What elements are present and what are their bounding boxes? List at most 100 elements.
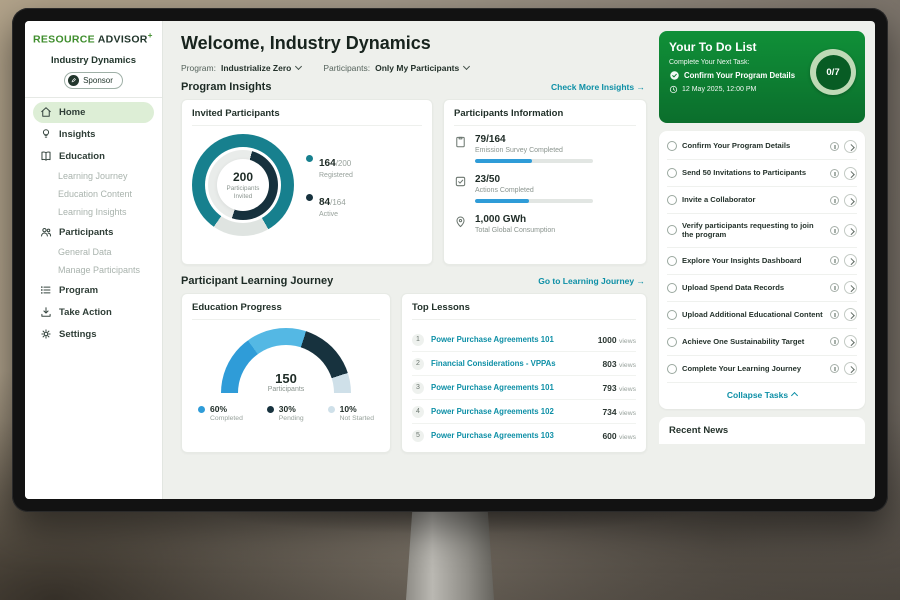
lesson-link[interactable]: Power Purchase Agreements 101: [431, 383, 595, 392]
chevron-right-icon[interactable]: [844, 167, 857, 180]
sidebar-item-label: Participants: [59, 227, 113, 238]
task-label: Explore Your Insights Dashboard: [682, 256, 825, 266]
sidebar-item-settings[interactable]: Settings: [33, 324, 154, 345]
card-title: Participants Information: [454, 108, 636, 126]
progress-fill: [475, 199, 529, 203]
registered-label: Registered: [319, 172, 353, 179]
collapse-tasks-link[interactable]: Collapse Tasks: [667, 383, 857, 407]
lesson-link[interactable]: Power Purchase Agreements 103: [431, 431, 595, 440]
sidebar-item-education[interactable]: Education: [33, 146, 154, 167]
lesson-link[interactable]: Financial Considerations - VPPAs: [431, 359, 595, 368]
info-icon[interactable]: [830, 364, 839, 373]
stat-emission-survey: 79/164 Emission Survey Completed: [454, 134, 636, 163]
task-row[interactable]: Upload Spend Data Records: [667, 275, 857, 302]
sidebar-item-home[interactable]: Home: [33, 102, 154, 123]
chevron-right-icon[interactable]: [844, 194, 857, 207]
checkbox-icon[interactable]: [667, 168, 677, 178]
navy-dot-icon: [306, 194, 313, 201]
sidebar-item-take-action[interactable]: Take Action: [33, 302, 154, 323]
lesson-link[interactable]: Power Purchase Agreements 102: [431, 407, 595, 416]
chevron-right-icon[interactable]: [844, 281, 857, 294]
participants-filter-label: Participants:: [323, 63, 370, 73]
info-icon[interactable]: [830, 196, 839, 205]
lesson-row: 1 Power Purchase Agreements 101 1000 vie…: [412, 328, 636, 352]
info-icon[interactable]: [830, 169, 839, 178]
go-to-learning-journey-link[interactable]: Go to Learning Journey: [538, 276, 645, 286]
sidebar-item-learning-insights[interactable]: Learning Insights: [33, 204, 154, 221]
stat-actions: 23/50 Actions Completed: [454, 174, 636, 203]
sidebar-item-label: Settings: [59, 329, 96, 340]
task-label: Verify participants requesting to join t…: [682, 221, 825, 241]
legend-registered: 164/200 Registered: [306, 153, 353, 179]
sidebar-item-general-data[interactable]: General Data: [33, 244, 154, 261]
task-row[interactable]: Verify participants requesting to join t…: [667, 214, 857, 248]
desk-background: RESOURCE ADVISOR+ Industry Dynamics Spon…: [0, 0, 900, 600]
todo-panel: Your To Do List Complete Your Next Task:…: [659, 21, 875, 499]
checkbox-icon[interactable]: [667, 141, 677, 151]
checkbox-icon[interactable]: [667, 256, 677, 266]
download-icon: [40, 306, 52, 318]
task-row[interactable]: Achieve One Sustainability Target: [667, 329, 857, 356]
views-word: views: [619, 410, 636, 417]
home-icon: [40, 106, 52, 118]
donut-legend: 164/200 Registered 84/164 Active: [306, 153, 353, 218]
task-row[interactable]: Send 50 Invitations to Participants: [667, 160, 857, 187]
chevron-right-icon[interactable]: [844, 335, 857, 348]
chevron-right-icon[interactable]: [844, 224, 857, 237]
sidebar-item-label: Home: [59, 107, 85, 118]
task-row[interactable]: Confirm Your Program Details: [667, 133, 857, 160]
participants-dropdown[interactable]: Only My Participants: [375, 63, 469, 73]
checkbox-icon[interactable]: [667, 337, 677, 347]
info-icon[interactable]: [830, 256, 839, 265]
sidebar-item-program[interactable]: Program: [33, 280, 154, 301]
progress-fill: [475, 159, 532, 163]
sidebar-item-manage-participants[interactable]: Manage Participants: [33, 262, 154, 279]
due-text: 12 May 2025, 12:00 PM: [682, 86, 756, 93]
pending-pct: 30%: [279, 404, 304, 414]
task-row[interactable]: Upload Additional Educational Content: [667, 302, 857, 329]
lesson-row: 4 Power Purchase Agreements 102 734 view…: [412, 400, 636, 424]
stat-label: Total Global Consumption: [475, 227, 555, 234]
page-title: Welcome, Industry Dynamics: [181, 33, 647, 54]
task-row[interactable]: Explore Your Insights Dashboard: [667, 248, 857, 275]
next-task[interactable]: Confirm Your Program Details: [669, 70, 799, 81]
sponsor-badge[interactable]: Sponsor: [64, 72, 123, 89]
monitor-frame: RESOURCE ADVISOR+ Industry Dynamics Spon…: [12, 8, 888, 512]
logo-primary: RESOURCE: [33, 34, 95, 46]
checkbox-icon[interactable]: [667, 310, 677, 320]
sidebar-item-education-content[interactable]: Education Content: [33, 186, 154, 203]
check-more-insights-link[interactable]: Check More Insights: [551, 82, 645, 92]
chevron-right-icon[interactable]: [844, 140, 857, 153]
views-count: 793: [602, 383, 616, 393]
rank-badge: 4: [412, 406, 424, 418]
task-row[interactable]: Complete Your Learning Journey: [667, 356, 857, 383]
lesson-row: 3 Power Purchase Agreements 101 793 view…: [412, 376, 636, 400]
sidebar-item-insights[interactable]: Insights: [33, 124, 154, 145]
sidebar-item-participants[interactable]: Participants: [33, 222, 154, 243]
sidebar: RESOURCE ADVISOR+ Industry Dynamics Spon…: [25, 21, 163, 499]
legend-active: 84/164 Active: [306, 192, 353, 218]
active-value: 84: [319, 197, 330, 208]
checkbox-icon[interactable]: [667, 225, 677, 235]
info-icon[interactable]: [830, 226, 839, 235]
todo-progress-ring: 0/7: [810, 49, 856, 95]
task-label: Achieve One Sustainability Target: [682, 337, 825, 347]
checkbox-icon[interactable]: [667, 283, 677, 293]
info-icon[interactable]: [830, 283, 839, 292]
checkbox-icon[interactable]: [667, 195, 677, 205]
chevron-right-icon[interactable]: [844, 254, 857, 267]
lesson-link[interactable]: Power Purchase Agreements 101: [431, 335, 591, 344]
sidebar-item-learning-journey[interactable]: Learning Journey: [33, 168, 154, 185]
info-icon[interactable]: [830, 142, 839, 151]
chevron-right-icon[interactable]: [844, 362, 857, 375]
checkbox-icon[interactable]: [667, 364, 677, 374]
section-title: Program Insights: [181, 81, 271, 93]
next-task-label: Confirm Your Program Details: [684, 71, 795, 80]
info-icon[interactable]: [830, 337, 839, 346]
chevron-right-icon[interactable]: [844, 308, 857, 321]
stat-label: Actions Completed: [475, 187, 593, 194]
program-dropdown[interactable]: Industrialize Zero: [221, 63, 301, 73]
info-icon[interactable]: [830, 310, 839, 319]
task-row[interactable]: Invite a Collaborator: [667, 187, 857, 214]
lightbulb-icon: [40, 128, 52, 140]
